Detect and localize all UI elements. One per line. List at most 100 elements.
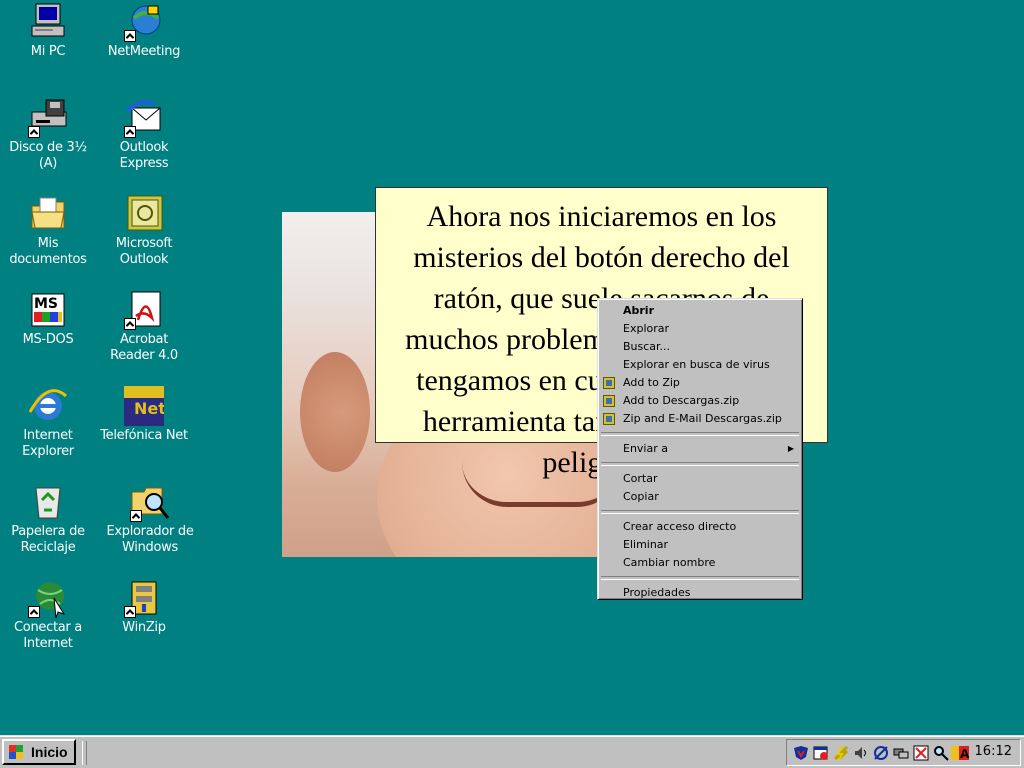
svg-text:Net: Net bbox=[134, 399, 164, 418]
microsoft-outlook-icon bbox=[124, 194, 164, 234]
internet-explorer-icon bbox=[28, 386, 68, 426]
system-tray: A 16:12 bbox=[786, 739, 1021, 766]
windows-logo-icon bbox=[8, 744, 24, 760]
desktop-icon-label: Outlook Express bbox=[119, 140, 169, 171]
telefonica-net-icon: Net bbox=[124, 386, 166, 426]
menu-item-cambiar-nombre[interactable]: Cambiar nombre bbox=[600, 554, 800, 572]
menu-item-label: Copiar bbox=[623, 490, 659, 503]
menu-item-label: Propiedades bbox=[623, 586, 691, 599]
desktop-icon-label: Conectar a Internet bbox=[14, 620, 82, 651]
desktop-icon-acrobat-reader[interactable]: Acrobat Reader 4.0 bbox=[96, 290, 192, 364]
winzip-small-icon bbox=[603, 395, 615, 407]
antivirus-shield-icon[interactable] bbox=[793, 745, 809, 761]
taskbar-grip[interactable] bbox=[82, 741, 87, 765]
menu-item-label: Cambiar nombre bbox=[623, 556, 716, 569]
menu-item-copiar[interactable]: Copiar bbox=[600, 488, 800, 506]
menu-item-explorar[interactable]: Explorar bbox=[600, 320, 800, 338]
menu-item-label: Abrir bbox=[623, 304, 655, 317]
desktop-icon-label: NetMeeting bbox=[107, 44, 181, 59]
menu-item-zip-and-email[interactable]: Zip and E-Mail Descargas.zip bbox=[600, 410, 800, 428]
search-icon[interactable] bbox=[933, 745, 949, 761]
clock[interactable]: 16:12 bbox=[975, 744, 1012, 759]
shortcut-arrow-icon bbox=[124, 606, 136, 618]
ms-dos-icon: MS bbox=[28, 290, 68, 330]
menu-item-abrir[interactable]: Abrir bbox=[600, 302, 800, 320]
desktop-icon-connect-internet[interactable]: Conectar a Internet bbox=[0, 578, 96, 652]
menu-separator bbox=[601, 432, 799, 436]
menu-item-propiedades[interactable]: Propiedades bbox=[600, 584, 800, 602]
floppy-drive-icon bbox=[28, 98, 68, 138]
menu-item-label: Crear acceso directo bbox=[623, 520, 737, 533]
my-computer-icon bbox=[28, 2, 68, 42]
desktop-icon-label: Microsoft Outlook bbox=[115, 236, 173, 267]
desktop-icon-label: Mis documentos bbox=[9, 236, 87, 267]
desktop-icon-recycle-bin[interactable]: Papelera de Reciclaje bbox=[0, 482, 96, 556]
shortcut-arrow-icon bbox=[28, 606, 40, 618]
desktop-icon-ms-dos[interactable]: MS MS-DOS bbox=[0, 290, 96, 348]
winzip-small-icon bbox=[603, 413, 615, 425]
spelling-icon[interactable]: A bbox=[951, 745, 970, 761]
desktop-icon-winzip[interactable]: WinZip bbox=[96, 578, 192, 636]
context-menu: Abrir Explorar Buscar... Explorar en bus… bbox=[597, 298, 803, 600]
desktop-icon-label: MS-DOS bbox=[22, 332, 74, 347]
desktop-icon-label: Internet Explorer bbox=[22, 428, 74, 459]
menu-item-buscar[interactable]: Buscar... bbox=[600, 338, 800, 356]
desktop-icon-mis-documentos[interactable]: Mis documentos bbox=[0, 194, 96, 268]
menu-separator bbox=[601, 576, 799, 580]
menu-item-label: Zip and E-Mail Descargas.zip bbox=[623, 412, 782, 425]
shortcut-arrow-icon bbox=[124, 126, 136, 138]
link-icon[interactable] bbox=[893, 745, 909, 761]
photo-ear bbox=[300, 352, 370, 472]
desktop-icon-mi-pc[interactable]: Mi PC bbox=[0, 2, 96, 60]
desktop-icon-label: WinZip bbox=[122, 620, 166, 635]
desktop-icon-netmeeting[interactable]: NetMeeting bbox=[96, 2, 192, 60]
netmeeting-icon bbox=[124, 2, 164, 42]
network-icon[interactable] bbox=[873, 745, 889, 761]
svg-text:MS: MS bbox=[34, 296, 58, 312]
shortcut-arrow-icon bbox=[130, 510, 142, 522]
desktop-icon-label: Explorador de Windows bbox=[106, 524, 194, 555]
shortcut-arrow-icon bbox=[124, 30, 136, 42]
desktop-icon-label: Papelera de Reciclaje bbox=[11, 524, 85, 555]
winzip-small-icon bbox=[603, 377, 615, 389]
svg-text:A: A bbox=[960, 747, 969, 761]
menu-item-label: Explorar en busca de virus bbox=[623, 358, 770, 371]
start-label: Inicio bbox=[31, 744, 68, 760]
desktop-icon-telefonica-net[interactable]: Net Telefónica Net bbox=[96, 386, 192, 444]
desktop-icon-windows-explorer[interactable]: Explorador de Windows bbox=[102, 482, 198, 556]
windows-explorer-icon bbox=[130, 482, 170, 522]
connect-internet-icon bbox=[28, 578, 68, 619]
menu-item-crear-acceso-directo[interactable]: Crear acceso directo bbox=[600, 518, 800, 536]
acrobat-reader-icon bbox=[124, 290, 164, 330]
desktop-icon-microsoft-outlook[interactable]: Microsoft Outlook bbox=[96, 194, 192, 268]
menu-item-label: Buscar... bbox=[623, 340, 671, 353]
outlook-express-icon bbox=[124, 98, 164, 138]
desktop-icon-floppy[interactable]: Disco de 3½ (A) bbox=[0, 98, 96, 172]
desktop-icon-label: Acrobat Reader 4.0 bbox=[110, 332, 178, 363]
menu-item-add-to-descargas-zip[interactable]: Add to Descargas.zip bbox=[600, 392, 800, 410]
menu-item-label: Enviar a bbox=[623, 442, 668, 455]
menu-item-explorar-virus[interactable]: Explorar en busca de virus bbox=[600, 356, 800, 374]
taskbar: Inicio A 16:12 bbox=[0, 735, 1024, 768]
start-button[interactable]: Inicio bbox=[2, 739, 76, 765]
volume-icon[interactable] bbox=[853, 745, 869, 761]
scheduler-icon[interactable] bbox=[813, 745, 829, 761]
shortcut-arrow-icon bbox=[124, 318, 136, 330]
winzip-icon bbox=[124, 578, 164, 618]
desktop-icon-outlook-express[interactable]: Outlook Express bbox=[96, 98, 192, 172]
submenu-arrow-icon: ▶ bbox=[787, 444, 794, 453]
menu-item-add-to-zip[interactable]: Add to Zip bbox=[600, 374, 800, 392]
virus-scan-icon[interactable] bbox=[913, 745, 929, 761]
menu-item-eliminar[interactable]: Eliminar bbox=[600, 536, 800, 554]
power-icon[interactable] bbox=[833, 745, 849, 761]
menu-item-enviar-a[interactable]: Enviar a ▶ bbox=[600, 440, 800, 458]
desktop-icon-label: Telefónica Net bbox=[100, 428, 188, 443]
menu-item-label: Explorar bbox=[623, 322, 670, 335]
menu-item-label: Cortar bbox=[623, 472, 658, 485]
menu-item-label: Eliminar bbox=[623, 538, 669, 551]
desktop-icon-label: Mi PC bbox=[30, 44, 66, 59]
my-documents-icon bbox=[28, 194, 68, 234]
menu-separator bbox=[601, 510, 799, 514]
menu-item-cortar[interactable]: Cortar bbox=[600, 470, 800, 488]
desktop-icon-internet-explorer[interactable]: Internet Explorer bbox=[0, 386, 96, 460]
